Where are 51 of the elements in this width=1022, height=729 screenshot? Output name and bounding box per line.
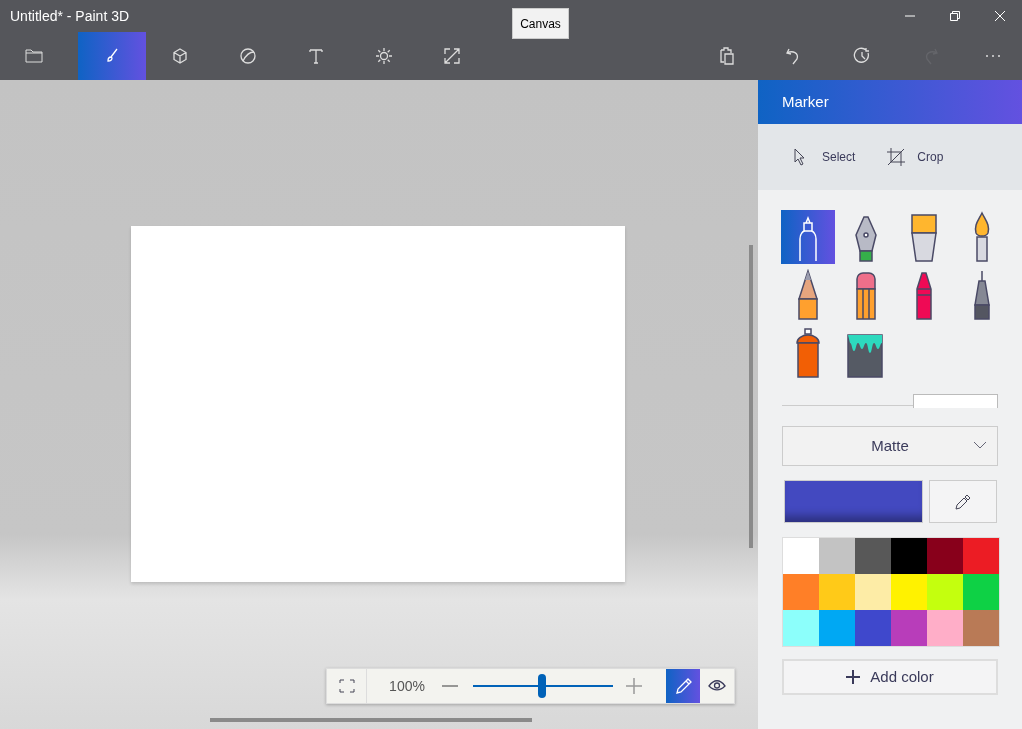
text-icon	[307, 47, 325, 65]
folder-icon	[25, 49, 43, 63]
color-swatch[interactable]	[891, 574, 927, 610]
color-swatch[interactable]	[927, 538, 963, 574]
color-swatch[interactable]	[927, 610, 963, 646]
crop-icon	[887, 148, 906, 166]
close-icon	[993, 10, 1006, 22]
zoom-level: 100%	[388, 676, 426, 696]
color-swatch[interactable]	[855, 574, 891, 610]
color-swatch[interactable]	[963, 574, 999, 610]
scrollbar[interactable]	[210, 718, 532, 722]
restore-icon	[948, 10, 961, 22]
draw-mode-button[interactable]	[666, 669, 700, 703]
chevron-icon	[973, 441, 987, 450]
tooltip: Canvas	[512, 8, 569, 39]
color-swatch[interactable]	[855, 610, 891, 646]
color-swatch[interactable]	[783, 574, 819, 610]
select-button[interactable]: Select	[792, 148, 856, 166]
thickness-field[interactable]	[913, 394, 998, 408]
color-swatch[interactable]	[963, 610, 999, 646]
slider-thumb[interactable]	[537, 674, 546, 698]
plus-icon	[626, 678, 642, 694]
crop-button[interactable]: Crop	[887, 148, 944, 166]
finish-dropdown[interactable]: Matte	[782, 426, 998, 466]
cube-icon	[171, 47, 189, 65]
tool-button[interactable]	[781, 210, 835, 264]
color-swatch[interactable]	[819, 610, 855, 646]
color-swatch[interactable]	[819, 538, 855, 574]
color-swatch[interactable]	[891, 610, 927, 646]
color-swatch[interactable]	[783, 610, 819, 646]
canvas[interactable]	[131, 226, 625, 582]
color-swatch[interactable]	[855, 538, 891, 574]
pencil-icon	[674, 676, 692, 696]
sun-icon	[375, 47, 393, 65]
resize-icon	[443, 47, 461, 65]
eyedropper-button[interactable]	[929, 480, 997, 523]
color-swatch[interactable]	[891, 538, 927, 574]
scrollbar[interactable]	[749, 245, 753, 548]
add-color-button[interactable]: Add color	[782, 659, 998, 695]
sticker-icon	[239, 47, 257, 65]
minus-icon	[442, 685, 458, 687]
color-swatch[interactable]	[963, 538, 999, 574]
current-color[interactable]	[784, 480, 923, 523]
window-title: Untitled* - Paint 3D	[9, 6, 130, 26]
plus-icon	[846, 670, 861, 684]
color-swatch[interactable]	[927, 574, 963, 610]
eyedropper-icon	[954, 492, 972, 511]
color-swatch[interactable]	[819, 574, 855, 610]
fit-screen-icon	[338, 679, 355, 693]
color-swatch[interactable]	[783, 538, 819, 574]
panel-title: Marker	[782, 91, 829, 112]
